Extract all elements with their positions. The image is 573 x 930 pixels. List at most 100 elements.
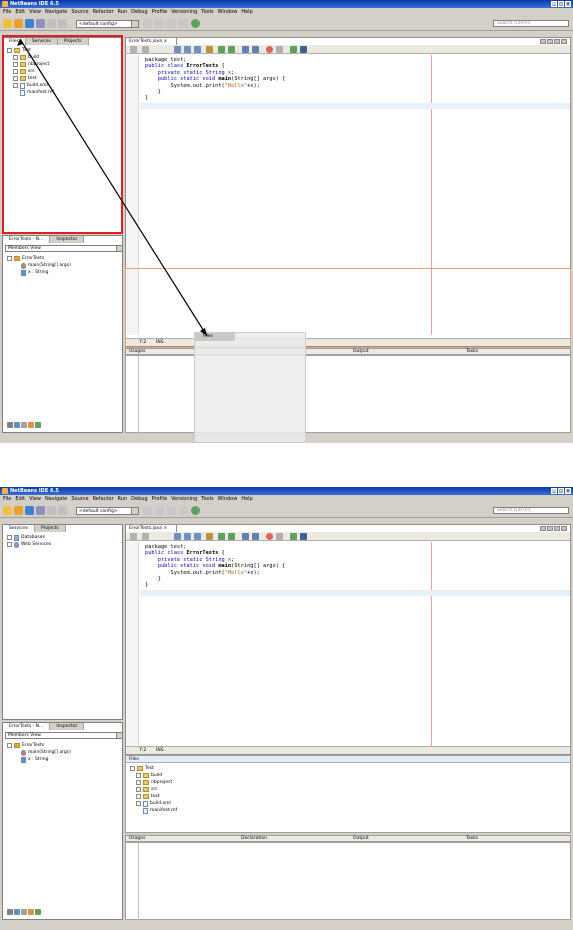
find-prev-icon[interactable] xyxy=(184,533,191,540)
fields-icon[interactable] xyxy=(14,909,20,915)
xml-file-icon xyxy=(143,800,148,807)
files-panel-title: Files xyxy=(129,757,139,762)
tree-item-databases[interactable]: Databases xyxy=(7,534,51,541)
save-all-icon[interactable] xyxy=(36,506,45,515)
next-bookmark-icon[interactable] xyxy=(228,533,235,540)
tree-item-build-xml[interactable]: build.xml xyxy=(130,800,177,807)
collapse-icon[interactable] xyxy=(7,743,12,748)
close-button[interactable]: × xyxy=(565,488,571,494)
config-combo[interactable]: <default config> xyxy=(76,507,139,515)
tree-item-manifest[interactable]: manifest.mf xyxy=(130,807,177,814)
search-input[interactable]: Search (Ctrl+I) xyxy=(493,507,569,514)
tab-navigator[interactable]: ErrorTests - N... xyxy=(3,723,51,730)
chevron-down-icon[interactable] xyxy=(131,508,138,514)
tree-item-test[interactable]: Test xyxy=(130,765,177,772)
clean-build-icon[interactable] xyxy=(155,506,164,515)
expand-icon[interactable] xyxy=(136,794,141,799)
back-icon[interactable] xyxy=(130,533,137,540)
tree-item-test-folder[interactable]: test xyxy=(130,793,177,800)
inherited-icon[interactable] xyxy=(28,909,34,915)
maximize-button[interactable]: □ xyxy=(558,488,564,494)
menu-view[interactable]: View xyxy=(29,495,41,503)
code-editor: ErrorTests.java × package test; public cl… xyxy=(125,524,571,755)
run-icon[interactable] xyxy=(167,506,176,515)
find-next-icon[interactable] xyxy=(194,533,201,540)
prev-bookmark-icon[interactable] xyxy=(218,533,225,540)
menu-versioning[interactable]: Versioning xyxy=(171,495,197,503)
menu-edit[interactable]: Edit xyxy=(15,495,25,503)
tree-item-build[interactable]: build xyxy=(130,772,177,779)
tree-label: nbproject xyxy=(151,780,173,785)
start-macro-icon[interactable] xyxy=(266,533,273,540)
open-project-icon[interactable] xyxy=(25,506,34,515)
menu-navigate[interactable]: Navigate xyxy=(45,495,67,503)
expand-icon[interactable] xyxy=(136,780,141,785)
filter-icon[interactable] xyxy=(7,909,13,915)
members-view-select[interactable]: Members View xyxy=(5,732,123,739)
chevron-down-icon[interactable] xyxy=(116,733,122,738)
sort-icon[interactable] xyxy=(35,909,41,915)
folder-icon xyxy=(143,773,149,778)
menu-help[interactable]: Help xyxy=(241,495,252,503)
expand-icon[interactable] xyxy=(7,535,12,540)
navigator-filter-bar xyxy=(7,909,41,915)
undo-icon[interactable] xyxy=(47,506,56,515)
debug-icon[interactable] xyxy=(179,506,188,515)
divider xyxy=(138,843,139,921)
editor-tab[interactable]: ErrorTests.java × xyxy=(126,525,177,532)
toggle-highlight-icon[interactable] xyxy=(206,533,213,540)
shift-right-icon[interactable] xyxy=(252,533,259,540)
menu-file[interactable]: File xyxy=(3,495,11,503)
stop-macro-icon[interactable] xyxy=(276,533,283,540)
tab-services[interactable]: Services xyxy=(3,525,35,532)
right-margin-line xyxy=(431,542,432,746)
menu-run[interactable]: Run xyxy=(118,495,128,503)
new-file-icon[interactable] xyxy=(3,506,12,515)
forward-icon[interactable] xyxy=(142,533,149,540)
collapse-icon[interactable] xyxy=(130,766,135,771)
tree-label: main(String[] args) xyxy=(28,750,71,755)
scroll-left-icon[interactable] xyxy=(540,526,546,531)
new-project-icon[interactable] xyxy=(14,506,23,515)
find-icon[interactable] xyxy=(174,533,181,540)
files-panel-header[interactable]: Files xyxy=(126,756,570,763)
tree-item-web-services[interactable]: Web Services xyxy=(7,541,51,548)
expand-icon[interactable] xyxy=(7,542,12,547)
build-icon[interactable] xyxy=(143,506,152,515)
comment-icon[interactable] xyxy=(290,533,297,540)
services-tree: Databases Web Services xyxy=(7,534,51,548)
uncomment-icon[interactable] xyxy=(300,533,307,540)
menu-tools[interactable]: Tools xyxy=(201,495,213,503)
database-icon xyxy=(14,534,19,541)
method-icon xyxy=(21,749,26,756)
tree-item-nbproject[interactable]: nbproject xyxy=(130,779,177,786)
config-combo-value: <default config> xyxy=(79,509,118,514)
menu-source[interactable]: Source xyxy=(71,495,88,503)
expand-icon[interactable] xyxy=(136,801,141,806)
expand-icon[interactable] xyxy=(136,787,141,792)
static-icon[interactable] xyxy=(21,909,27,915)
tab-list-icon[interactable] xyxy=(554,526,560,531)
redo-icon[interactable] xyxy=(58,506,67,515)
profile-icon[interactable] xyxy=(191,506,200,515)
menu-debug[interactable]: Debug xyxy=(131,495,147,503)
maximize-editor-icon[interactable] xyxy=(561,526,567,531)
shift-left-icon[interactable] xyxy=(242,533,249,540)
code-token: +x); xyxy=(247,569,260,576)
minimize-button[interactable]: _ xyxy=(551,488,557,494)
menu-window[interactable]: Window xyxy=(218,495,238,503)
expand-icon[interactable] xyxy=(136,773,141,778)
cursor-position: 7:2 xyxy=(139,748,147,753)
tab-inspector[interactable]: Inspector xyxy=(50,723,85,730)
output-area xyxy=(125,842,571,921)
menu-refactor[interactable]: Refactor xyxy=(93,495,114,503)
source-code[interactable]: package test; public class ErrorTests { p… xyxy=(145,544,285,589)
tree-item-src[interactable]: src xyxy=(130,786,177,793)
menu-profile[interactable]: Profile xyxy=(152,495,168,503)
nav-item-class[interactable]: ErrorTests xyxy=(7,742,71,749)
tab-projects[interactable]: Projects xyxy=(34,525,66,532)
scroll-right-icon[interactable] xyxy=(547,526,553,531)
title-bar: NetBeans IDE 6.5 _ □ × xyxy=(0,487,573,495)
nav-item-field[interactable]: x : String xyxy=(7,756,71,763)
nav-item-method[interactable]: main(String[] args) xyxy=(7,749,71,756)
